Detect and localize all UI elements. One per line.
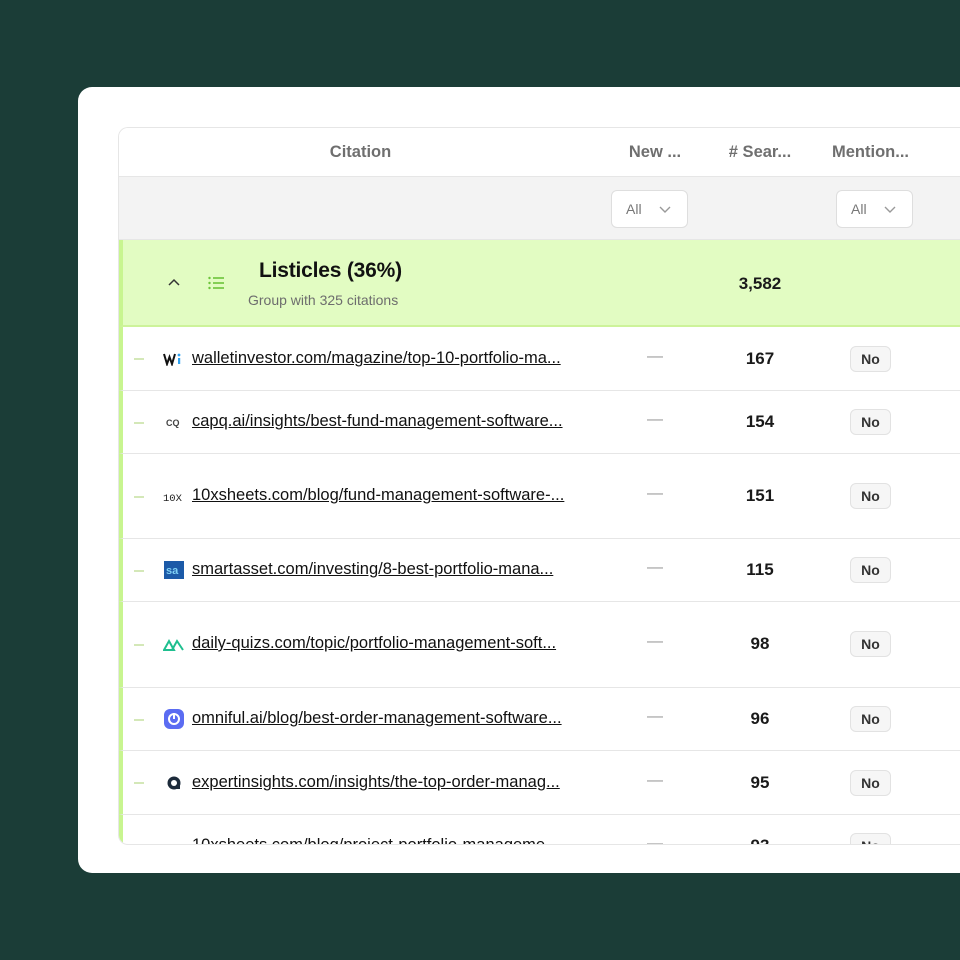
citation-link[interactable]: 10xsheets.com/blog/project-portfolio-man… [192, 836, 559, 844]
column-header-new[interactable]: New ... [602, 128, 708, 177]
mention-badge: No [850, 483, 891, 509]
citation-link[interactable]: omniful.ai/blog/best-order-management-so… [192, 709, 562, 728]
search-count: 93 [708, 836, 812, 844]
svg-text:sa: sa [166, 565, 179, 577]
mention-badge: No [850, 346, 891, 372]
chevron-down-icon [884, 206, 896, 213]
mention-filter-select[interactable]: All [836, 190, 913, 228]
table-row: 10X 10xsheets.com/blog/project-portfolio… [119, 815, 960, 845]
citations-table: Citation New ... # Sear... Mention... Al… [118, 127, 960, 845]
search-count: 167 [745, 349, 775, 368]
search-count: 151 [745, 486, 775, 505]
new-cell: — [647, 633, 663, 650]
table-row: omniful.ai/blog/best-order-management-so… [119, 688, 960, 751]
table-header: Citation New ... # Sear... Mention... [119, 128, 960, 177]
new-cell: — [647, 411, 663, 428]
10xsheets-logo-icon: 10X [163, 487, 185, 507]
10xsheets-logo-icon: 10X [163, 837, 185, 845]
table-row: expertinsights.com/insights/the-top-orde… [119, 751, 960, 815]
row-dash [134, 422, 144, 424]
new-cell: — [647, 348, 663, 365]
list-icon [208, 276, 224, 290]
citation-link[interactable]: smartasset.com/investing/8-best-portfoli… [192, 560, 553, 579]
table-row: 10X 10xsheets.com/blog/fund-management-s… [119, 454, 960, 539]
row-dash [134, 570, 144, 572]
mention-badge: No [850, 706, 891, 732]
citation-link[interactable]: capq.ai/insights/best-fund-management-so… [192, 412, 563, 431]
capq-logo-icon: CQ [163, 412, 185, 432]
new-filter-value: All [626, 201, 642, 217]
expertinsights-logo-icon [163, 773, 185, 793]
mention-badge: No [850, 833, 891, 844]
column-header-citation[interactable]: Citation [119, 128, 602, 177]
table-row: daily-quizs.com/topic/portfolio-manageme… [119, 602, 960, 688]
citations-card: Citation New ... # Sear... Mention... Al… [78, 87, 960, 873]
citation-link[interactable]: 10xsheets.com/blog/fund-management-softw… [192, 486, 564, 505]
table-row: sa smartasset.com/investing/8-best-portf… [119, 539, 960, 602]
svg-text:10X: 10X [163, 843, 183, 845]
new-cell: — [647, 485, 663, 502]
search-count: 154 [745, 412, 775, 431]
search-count: 95 [750, 773, 770, 792]
omniful-logo-icon [163, 709, 185, 729]
citation-rows: walletinvestor.com/magazine/top-10-portf… [119, 327, 960, 845]
mention-badge: No [850, 770, 891, 796]
citation-link[interactable]: expertinsights.com/insights/the-top-orde… [192, 773, 560, 792]
row-dash [134, 644, 144, 646]
filter-row: All All [119, 177, 960, 240]
svg-text:10X: 10X [163, 493, 183, 504]
column-header-mention[interactable]: Mention... [812, 128, 929, 177]
new-cell: — [647, 708, 663, 725]
walletinvestor-logo-icon [163, 349, 185, 369]
group-subtitle: Group with 325 citations [248, 292, 399, 308]
svg-text:CQ: CQ [166, 418, 180, 428]
row-dash [134, 782, 144, 784]
search-count: 115 [746, 560, 774, 579]
group-row-listicles[interactable]: Listicles (36%) Group with 325 citations… [119, 240, 960, 327]
mention-badge: No [850, 409, 891, 435]
new-cell: — [647, 559, 663, 576]
group-search-count: 3,582 [738, 274, 782, 293]
table-row: CQ capq.ai/insights/best-fund-management… [119, 391, 960, 454]
chevron-down-icon [659, 206, 671, 213]
search-count: 98 [750, 634, 770, 653]
column-header-searches[interactable]: # Sear... [708, 128, 812, 177]
daily-quizs-logo-icon [163, 635, 185, 655]
mention-badge: No [850, 631, 891, 657]
chevron-up-icon[interactable] [165, 274, 183, 292]
mention-badge: No [850, 557, 891, 583]
row-dash [134, 496, 144, 498]
mention-filter-value: All [851, 201, 867, 217]
smartasset-logo-icon: sa [163, 560, 185, 580]
citation-link[interactable]: walletinvestor.com/magazine/top-10-portf… [192, 349, 561, 368]
table-row: walletinvestor.com/magazine/top-10-portf… [119, 327, 960, 391]
row-dash [134, 719, 144, 721]
new-filter-select[interactable]: All [611, 190, 688, 228]
row-dash [134, 358, 144, 360]
new-cell: — [647, 772, 663, 789]
citation-link[interactable]: daily-quizs.com/topic/portfolio-manageme… [192, 634, 556, 653]
group-title: Listicles (36%) [259, 259, 402, 282]
search-count: 96 [750, 709, 770, 728]
new-cell: — [647, 835, 663, 845]
